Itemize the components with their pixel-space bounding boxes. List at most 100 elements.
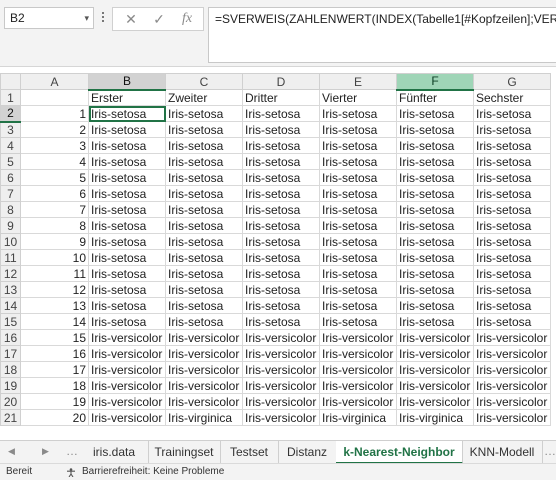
row-header[interactable]: 12 [0, 265, 21, 282]
cell-b[interactable]: Iris-versicolor [88, 345, 166, 362]
cell-f[interactable]: Iris-setosa [396, 249, 474, 266]
cell-g[interactable]: Iris-versicolor [473, 361, 551, 378]
cell-f[interactable]: Iris-setosa [396, 153, 474, 170]
scroll-right-icon[interactable]: ▶ [42, 446, 49, 457]
cell-d[interactable]: Iris-setosa [242, 297, 320, 314]
cell-index[interactable]: 5 [20, 169, 89, 186]
cell-f[interactable]: Iris-setosa [396, 217, 474, 234]
cell-e[interactable]: Iris-setosa [319, 185, 397, 202]
cell-c[interactable]: Iris-versicolor [165, 393, 243, 410]
cell-index[interactable]: 3 [20, 137, 89, 154]
column-header-d[interactable]: D [242, 73, 320, 90]
cell-c[interactable]: Iris-versicolor [165, 345, 243, 362]
cell-index[interactable]: 11 [20, 265, 89, 282]
cell-c[interactable]: Iris-setosa [165, 217, 243, 234]
cell-c[interactable]: Iris-setosa [165, 105, 243, 122]
cell-index[interactable]: 20 [20, 409, 89, 426]
cell-f[interactable]: Iris-setosa [396, 233, 474, 250]
cell-e[interactable]: Iris-versicolor [319, 329, 397, 346]
insert-function-icon[interactable]: fx [175, 9, 199, 29]
row-header[interactable]: 2 [0, 105, 21, 123]
cell-d[interactable]: Iris-setosa [242, 137, 320, 154]
column-header-b[interactable]: B [88, 73, 166, 91]
cell-b[interactable]: Iris-versicolor [88, 361, 166, 378]
row-header[interactable]: 11 [0, 249, 21, 266]
cell-b[interactable]: Iris-setosa [88, 137, 166, 154]
cell-f[interactable]: Iris-versicolor [396, 393, 474, 410]
column-header-a[interactable]: A [20, 73, 89, 90]
cell-c[interactable]: Iris-setosa [165, 281, 243, 298]
cell-d[interactable]: Iris-versicolor [242, 345, 320, 362]
cell-e[interactable]: Iris-versicolor [319, 361, 397, 378]
cell-f[interactable]: Iris-versicolor [396, 329, 474, 346]
cell-e[interactable]: Iris-setosa [319, 249, 397, 266]
cell-e[interactable]: Iris-setosa [319, 105, 397, 122]
cell-g[interactable]: Iris-setosa [473, 281, 551, 298]
row-header[interactable]: 1 [0, 89, 21, 106]
cancel-icon[interactable]: ✕ [119, 9, 143, 29]
cell-g[interactable]: Iris-setosa [473, 121, 551, 138]
cell-c[interactable]: Iris-setosa [165, 233, 243, 250]
cell-c1[interactable]: Zweiter [165, 89, 243, 106]
row-header[interactable]: 14 [0, 297, 21, 314]
cell-c[interactable]: Iris-setosa [165, 265, 243, 282]
cell-index[interactable]: 10 [20, 249, 89, 266]
cell-g[interactable]: Iris-setosa [473, 249, 551, 266]
cell-c[interactable]: Iris-setosa [165, 249, 243, 266]
cell-b[interactable]: Iris-setosa [88, 105, 166, 122]
cell-f[interactable]: Iris-setosa [396, 281, 474, 298]
enter-icon[interactable]: ✓ [147, 9, 171, 29]
cell-g[interactable]: Iris-versicolor [473, 377, 551, 394]
cell-index[interactable]: 2 [20, 121, 89, 138]
cell-e[interactable]: Iris-setosa [319, 137, 397, 154]
column-header-e[interactable]: E [319, 73, 397, 90]
cell-f[interactable]: Iris-versicolor [396, 377, 474, 394]
cell-c[interactable]: Iris-versicolor [165, 361, 243, 378]
cell-c[interactable]: Iris-setosa [165, 201, 243, 218]
cell-c[interactable]: Iris-setosa [165, 185, 243, 202]
row-header[interactable]: 16 [0, 329, 21, 346]
cell-a1[interactable] [20, 89, 89, 106]
cell-b1[interactable]: Erster [88, 89, 166, 106]
row-header[interactable]: 3 [0, 121, 21, 138]
cell-d[interactable]: Iris-versicolor [242, 377, 320, 394]
cell-e[interactable]: Iris-setosa [319, 121, 397, 138]
cell-d[interactable]: Iris-versicolor [242, 393, 320, 410]
select-all-corner[interactable] [0, 73, 21, 90]
row-header[interactable]: 17 [0, 345, 21, 362]
cell-d1[interactable]: Dritter [242, 89, 320, 106]
cell-f[interactable]: Iris-setosa [396, 137, 474, 154]
cell-b[interactable]: Iris-versicolor [88, 393, 166, 410]
cell-index[interactable]: 18 [20, 377, 89, 394]
cell-d[interactable]: Iris-setosa [242, 233, 320, 250]
cell-f[interactable]: Iris-setosa [396, 297, 474, 314]
row-header[interactable]: 18 [0, 361, 21, 378]
cell-d[interactable]: Iris-setosa [242, 153, 320, 170]
cell-f[interactable]: Iris-setosa [396, 185, 474, 202]
cell-g[interactable]: Iris-setosa [473, 201, 551, 218]
cell-g[interactable]: Iris-setosa [473, 233, 551, 250]
cell-b[interactable]: Iris-setosa [88, 249, 166, 266]
cell-b[interactable]: Iris-setosa [88, 201, 166, 218]
row-header[interactable]: 4 [0, 137, 21, 154]
cell-g[interactable]: Iris-setosa [473, 105, 551, 122]
cell-e[interactable]: Iris-setosa [319, 233, 397, 250]
row-header[interactable]: 19 [0, 377, 21, 394]
cell-e[interactable]: Iris-setosa [319, 313, 397, 330]
cell-d[interactable]: Iris-setosa [242, 217, 320, 234]
cell-e[interactable]: Iris-setosa [319, 281, 397, 298]
cell-b[interactable]: Iris-setosa [88, 281, 166, 298]
tab-knn-modell[interactable]: KNN-Modell [462, 441, 543, 463]
column-header-c[interactable]: C [165, 73, 243, 90]
row-header[interactable]: 5 [0, 153, 21, 170]
cell-b[interactable]: Iris-versicolor [88, 377, 166, 394]
more-sheets-left-icon[interactable]: … [66, 444, 78, 458]
cell-f[interactable]: Iris-setosa [396, 169, 474, 186]
cell-f[interactable]: Iris-setosa [396, 313, 474, 330]
cell-index[interactable]: 19 [20, 393, 89, 410]
cell-d[interactable]: Iris-setosa [242, 313, 320, 330]
cell-index[interactable]: 15 [20, 329, 89, 346]
more-sheets-right-icon[interactable]: … [544, 444, 556, 458]
row-header[interactable]: 20 [0, 393, 21, 410]
tab-testset[interactable]: Testset [220, 441, 279, 463]
